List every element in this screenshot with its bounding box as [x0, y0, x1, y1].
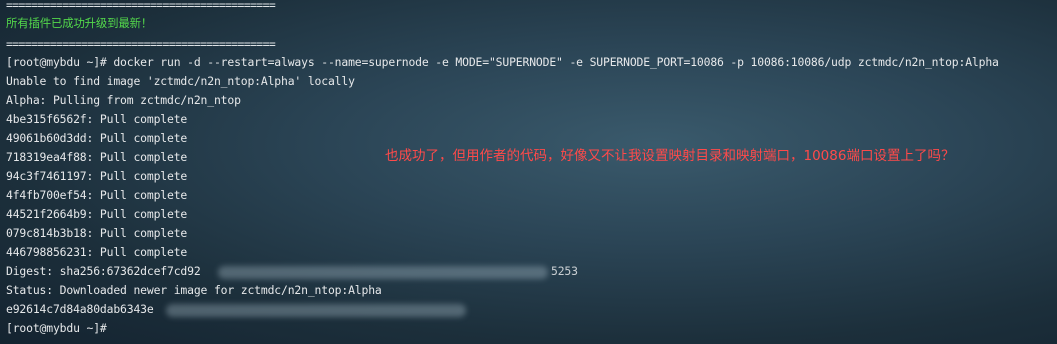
- output-line: Alpha: Pulling from zctmdc/n2n_ntop: [6, 93, 241, 107]
- upgrade-success-message: 所有插件已成功升级到最新！: [6, 16, 153, 30]
- output-line: Unable to find image 'zctmdc/n2n_ntop:Al…: [6, 74, 355, 88]
- docker-run-command: [root@mybdu ~]# docker run -d --restart=…: [6, 55, 999, 69]
- shell-prompt: [root@mybdu ~]#: [6, 321, 107, 335]
- pull-layer-line: 446798856231: Pull complete: [6, 245, 188, 259]
- redacted-blur: [166, 304, 466, 317]
- status-line: Status: Downloaded newer image for zctmd…: [6, 283, 382, 297]
- digest-line: Digest: sha256:67362dcef7cd92: [6, 264, 201, 278]
- separator-line: ========================================…: [6, 0, 276, 12]
- annotation-comment: 也成功了，但用作者的代码，好像又不让我设置映射目录和映射端口，10086端口设置…: [385, 148, 955, 164]
- separator-line: ========================================…: [6, 37, 276, 51]
- pull-layer-line: 49061b60d3dd: Pull complete: [6, 131, 188, 145]
- pull-layer-line: 94c3f7461197: Pull complete: [6, 169, 188, 183]
- pull-layer-line: 079c814b3b18: Pull complete: [6, 226, 188, 240]
- pull-layer-line: 718319ea4f88: Pull complete: [6, 150, 188, 164]
- pull-layer-line: 4be315f6562f: Pull complete: [6, 112, 188, 126]
- terminal-output[interactable]: ========================================…: [6, 0, 1051, 344]
- pull-layer-line: 4f4fb700ef54: Pull complete: [6, 188, 188, 202]
- redacted-blur: [218, 266, 548, 279]
- pull-layer-line: 44521f2664b9: Pull complete: [6, 207, 188, 221]
- container-id-line: e92614c7d84a80dab6343e: [6, 302, 154, 316]
- digest-tail: 5253: [551, 264, 578, 278]
